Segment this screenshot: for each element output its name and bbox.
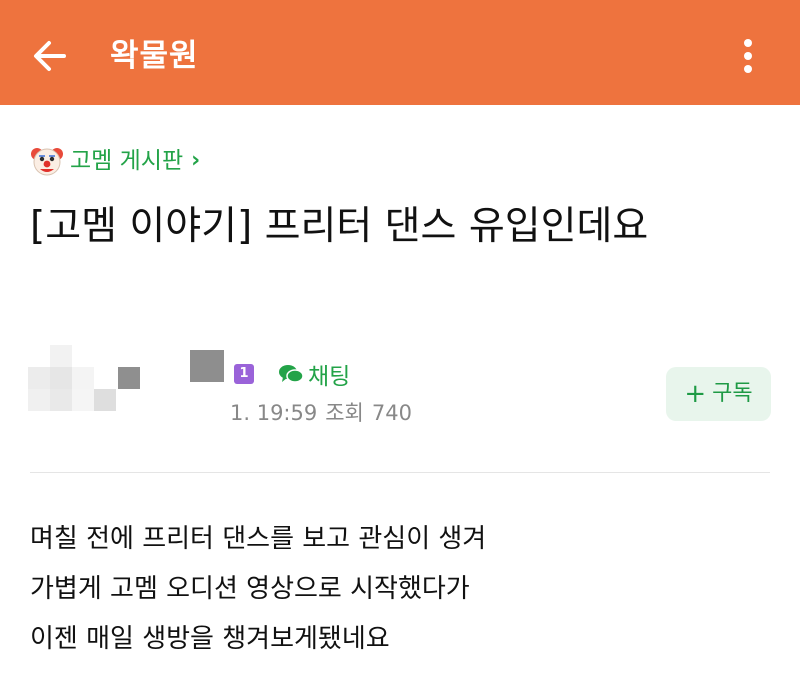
board-link[interactable]: 고멤 게시판 › xyxy=(30,143,200,179)
body-line: 이젠 매일 생방을 챙겨보게됐네요 xyxy=(30,624,390,654)
more-options-button[interactable] xyxy=(728,34,768,78)
author-avatar[interactable] xyxy=(28,345,144,415)
plus-icon: + xyxy=(684,379,707,409)
chat-label: 채팅 xyxy=(308,364,351,390)
chat-bubble-icon xyxy=(279,365,304,383)
clown-face-icon xyxy=(31,148,63,176)
post-meta: 1. 19:59 조회 740 xyxy=(230,398,420,428)
subscribe-label: 구독 xyxy=(712,381,753,406)
post-timestamp: 1. 19:59 xyxy=(230,401,318,425)
post-title: [고멤 이야기] 프리터 댄스 유입인데요 xyxy=(30,204,649,249)
chevron-right-icon: › xyxy=(191,148,201,173)
arrow-left-icon xyxy=(34,41,66,71)
post-body: 며칠 전에 프리터 댄스를 보고 관심이 생겨 가볍게 고멤 오디션 영상으로 … xyxy=(30,514,770,664)
app-title: 왁물원 xyxy=(110,38,199,74)
back-button[interactable] xyxy=(28,34,72,78)
views-label: 조회 xyxy=(325,401,364,425)
app-header: 왁물원 xyxy=(0,0,800,105)
author-name[interactable] xyxy=(190,350,224,382)
level-badge: 1 xyxy=(234,364,254,384)
body-line: 가볍게 고멤 오디션 영상으로 시작했다가 xyxy=(30,574,470,604)
views-count: 740 xyxy=(371,401,412,425)
more-vertical-icon xyxy=(744,39,752,73)
divider xyxy=(30,472,770,473)
board-name: 고멤 게시판 xyxy=(70,148,184,174)
chat-button[interactable]: 채팅 xyxy=(278,358,350,390)
body-line: 며칠 전에 프리터 댄스를 보고 관심이 생겨 xyxy=(30,524,487,554)
subscribe-button[interactable]: + 구독 xyxy=(666,367,771,421)
